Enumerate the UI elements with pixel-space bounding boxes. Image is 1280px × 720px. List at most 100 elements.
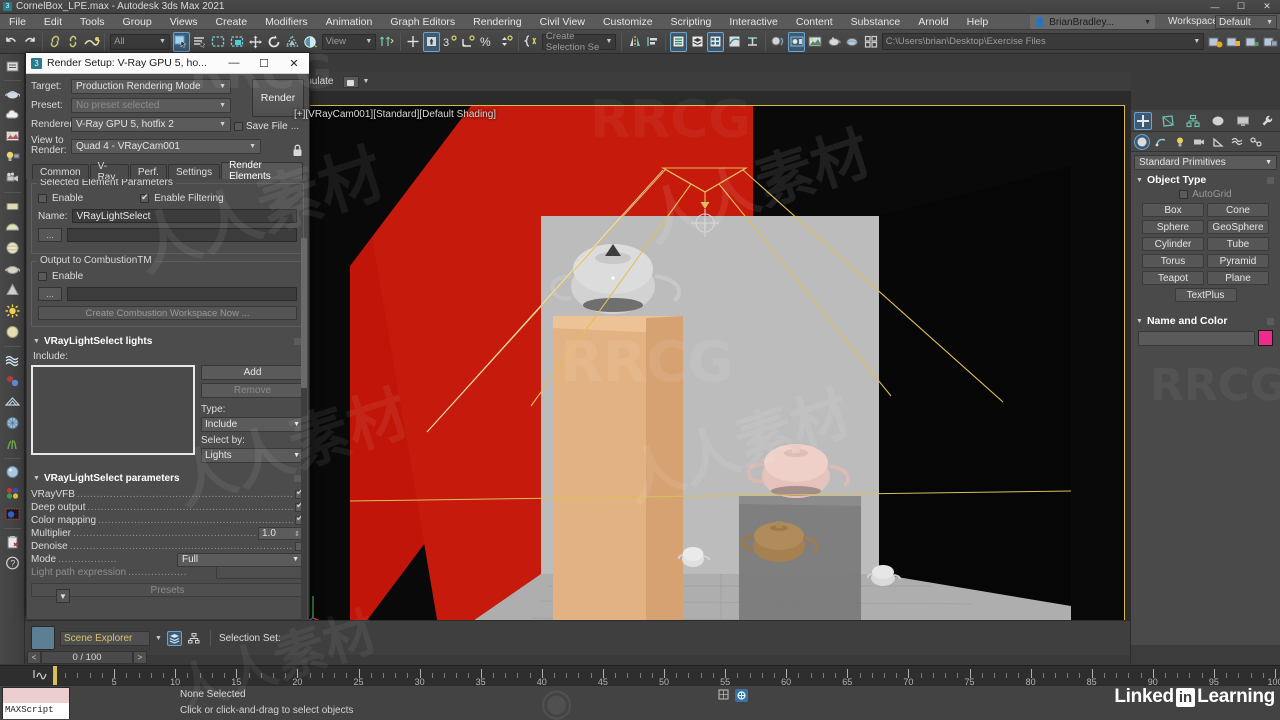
curve-editor-icon[interactable] [726,32,742,52]
type-dropdown[interactable]: Include ▼ [201,417,304,432]
use-selection-center-icon[interactable] [405,32,421,52]
add-button[interactable]: Add [201,365,304,380]
minimize-button[interactable]: — [1202,0,1228,14]
autogrid-checkbox[interactable] [1179,189,1189,199]
vfb-history-icon[interactable] [2,504,23,524]
save-file-icon[interactable] [1226,32,1242,52]
menu-item-file[interactable]: File [0,14,35,30]
help-icon[interactable]: ? [2,553,23,573]
align-icon[interactable] [645,32,661,52]
save-file-browse-button[interactable]: ... [291,121,299,132]
object-type-cone[interactable]: Cone [1207,203,1269,217]
layer-explorer-icon[interactable] [689,32,705,52]
name-and-color-header[interactable]: ▼ Name and Color [1134,314,1277,328]
object-name-input[interactable] [1138,330,1255,346]
object-color-swatch[interactable] [1258,330,1273,346]
toggle-ribbon-icon[interactable] [707,31,725,52]
selection-filter-dropdown[interactable]: All ▼ [110,33,170,50]
include-list[interactable] [31,365,195,455]
render-setup-tab-common[interactable]: Common [32,164,89,179]
object-type-plane[interactable]: Plane [1207,271,1269,285]
element-path-input[interactable] [67,228,297,242]
hair-and-fur-icon[interactable] [2,350,23,370]
color-swatches-icon[interactable] [2,483,23,503]
object-type-cylinder[interactable]: Cylinder [1142,237,1204,251]
chevron-down-icon[interactable]: ▼ [155,635,162,642]
combustion-path-input[interactable] [67,287,297,301]
modify-tab-icon[interactable] [1159,112,1177,130]
menu-item-help[interactable]: Help [958,14,998,30]
combustion-enable-checkbox[interactable] [38,272,47,281]
material-sphere-icon[interactable] [2,462,23,482]
select-and-place-icon[interactable] [302,32,318,52]
element-path-browse-button[interactable]: ... [38,228,62,242]
project-folder-icon[interactable] [1244,32,1260,52]
dialog-scrollbar-thumb[interactable] [301,238,307,388]
menu-item-content[interactable]: Content [787,14,842,30]
plane-primitive-icon[interactable] [2,196,23,216]
object-type-pyramid[interactable]: Pyramid [1207,254,1269,268]
parameter-spinner[interactable]: 1.0 ⇕ [258,527,304,540]
reference-coordinate-dropdown[interactable]: View ▼ [321,33,377,50]
workspaces-dropdown[interactable]: Default ▼ [1215,15,1277,29]
menu-item-interactive[interactable]: Interactive [720,14,786,30]
render-setup-minimize-button[interactable]: — [219,53,249,74]
timeline-ruler[interactable]: 5 10 15 20 25 30 35 40 45 50 55 60 65 70 75 80 85 90 95 100 [0,665,1280,685]
element-name-input[interactable]: VRayLightSelect [72,209,297,223]
rollout-handle[interactable] [294,474,301,482]
user-account-button[interactable]: 👤 BrianBradley... ▼ [1030,15,1155,29]
dialog-scrollbar[interactable] [301,238,307,663]
parameter-dropdown[interactable]: Full ▼ [177,552,305,567]
select-object-icon[interactable] [172,31,190,52]
geometry-icon[interactable] [1134,133,1150,150]
enable-checkbox[interactable] [38,194,47,203]
transform-type-in-lock[interactable] [718,689,729,700]
hierarchy-tab-icon[interactable] [1184,112,1202,130]
layers-icon[interactable] [166,630,182,646]
lights-icon[interactable] [1172,134,1188,150]
use-transform-coordinate-center-icon[interactable] [423,31,440,52]
render-preview-icon[interactable] [2,126,23,146]
spinner-arrows-icon[interactable]: ⇕ [294,530,300,538]
menu-item-scripting[interactable]: Scripting [662,14,721,30]
absolute-relative-toggle-icon[interactable] [735,689,748,702]
prev-frame-button[interactable]: < [27,650,41,664]
rollout-handle[interactable] [1267,317,1274,325]
menu-item-edit[interactable]: Edit [35,14,71,30]
create-tab-icon[interactable] [1134,111,1153,130]
object-type-box[interactable]: Box [1142,203,1204,217]
autogrid-row[interactable]: AutoGrid [1134,187,1277,201]
menu-item-substance[interactable]: Substance [842,14,910,30]
object-type-teapot[interactable]: Teapot [1142,271,1204,285]
menu-item-modifiers[interactable]: Modifiers [256,14,317,30]
viewport-canvas[interactable] [290,105,1125,642]
remove-button[interactable]: Remove [201,383,304,398]
spinner-snap-toggle-icon[interactable] [497,32,513,52]
sphere-primitive-icon[interactable] [2,238,23,258]
snaps-toggle-3d-icon[interactable]: 3 [442,32,458,52]
create-combustion-workspace-button[interactable]: Create Combustion Workspace Now ... [38,306,297,320]
scene-explorer-icon[interactable] [670,31,687,52]
geosphere-icon[interactable] [2,413,23,433]
named-selection-set-dropdown[interactable]: Create Selection Se ▼ [541,31,617,53]
camera-icon[interactable] [2,168,23,188]
spacewarps-icon[interactable] [1229,134,1245,150]
select-and-move-icon[interactable] [247,32,263,52]
listener-output-pane[interactable] [3,688,69,703]
view-to-render-dropdown[interactable]: Quad 4 - VRayCam001 ▼ [71,138,261,154]
next-frame-button[interactable]: > [133,650,147,664]
frame-counter-field[interactable]: 0 / 100 [41,650,133,664]
vraylightselect-parameters-header[interactable]: ▼ VRayLightSelect parameters [31,471,304,485]
menu-item-civil-view[interactable]: Civil View [531,14,594,30]
angle-snap-toggle-icon[interactable] [460,32,476,52]
shapes-icon[interactable] [1153,134,1169,150]
render-setup-dialog[interactable]: 3 Render Setup: V-Ray GPU 5, ho... — ☐ ✕… [25,52,310,663]
menu-item-arnold[interactable]: Arnold [909,14,957,30]
menu-item-tools[interactable]: Tools [71,14,114,30]
utilities-tab-icon[interactable] [1259,112,1277,130]
render-setup-close-button[interactable]: ✕ [279,53,309,74]
dialog-expand-button[interactable]: ▼ [56,589,70,603]
pivot-point-center-icon[interactable] [379,32,395,52]
cloud-icon[interactable] [2,105,23,125]
viewport[interactable]: [+][VRayCam001][Standard][Default Shadin… [286,92,1131,645]
